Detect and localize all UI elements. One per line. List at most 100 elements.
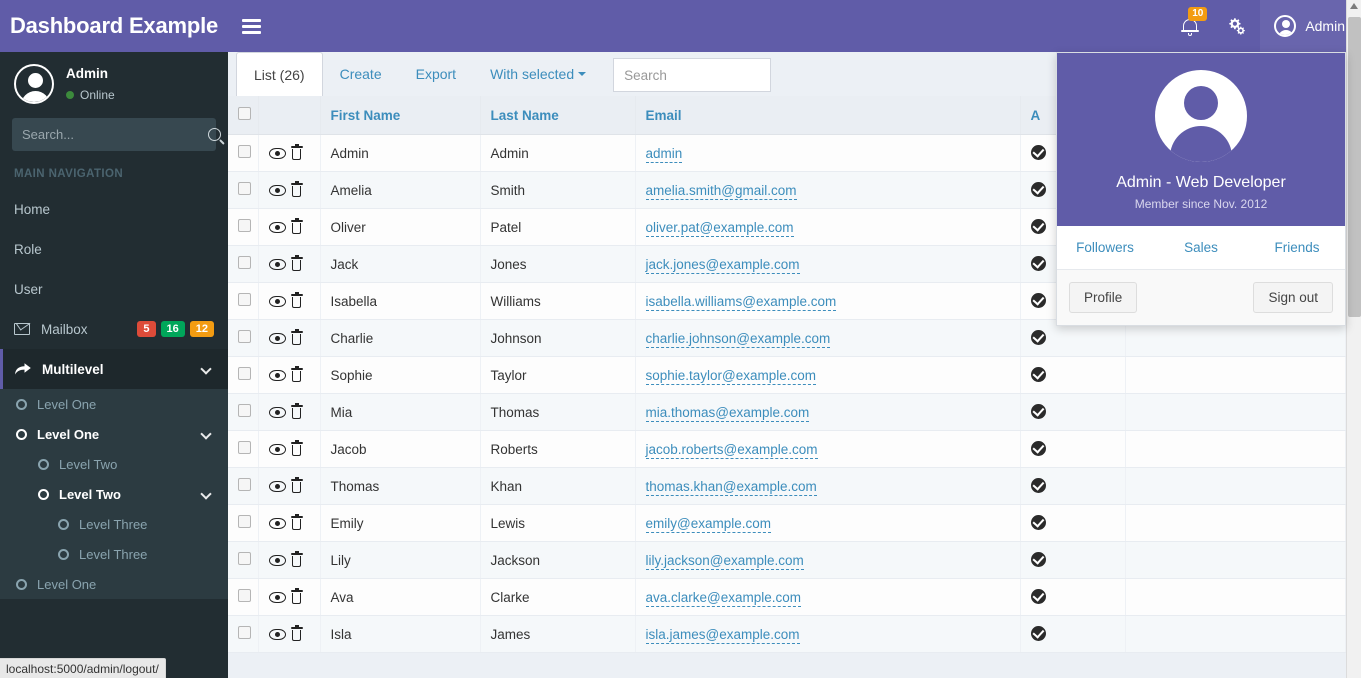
- sidebar-item-label: Level Three: [79, 517, 214, 532]
- sidebar-user-panel[interactable]: Admin Online: [0, 52, 228, 116]
- row-checkbox[interactable]: [238, 441, 251, 454]
- first-name-header[interactable]: First Name: [320, 96, 480, 135]
- email-link[interactable]: amelia.smith@gmail.com: [646, 183, 797, 200]
- page-scrollbar[interactable]: [1346, 0, 1361, 678]
- delete-icon[interactable]: [291, 294, 303, 308]
- delete-icon[interactable]: [291, 220, 303, 234]
- view-icon[interactable]: [269, 555, 286, 566]
- profile-button[interactable]: Profile: [1069, 282, 1137, 313]
- notifications-button[interactable]: 10: [1167, 0, 1213, 52]
- row-checkbox-cell: [228, 357, 258, 394]
- email-link[interactable]: admin: [646, 146, 683, 163]
- check-circle-icon: [1031, 219, 1046, 234]
- sidebar-item-mailbox[interactable]: Mailbox 5 16 12: [0, 309, 228, 349]
- sidebar-item-role[interactable]: Role: [0, 229, 228, 269]
- sidebar-search-input[interactable]: [12, 127, 208, 142]
- row-checkbox[interactable]: [238, 478, 251, 491]
- email-link[interactable]: sophie.taylor@example.com: [646, 368, 817, 385]
- delete-icon[interactable]: [291, 553, 303, 567]
- view-icon[interactable]: [269, 333, 286, 344]
- row-checkbox[interactable]: [238, 256, 251, 269]
- row-checkbox[interactable]: [238, 330, 251, 343]
- hamburger-menu-icon[interactable]: [228, 0, 274, 52]
- scrollbar-thumb[interactable]: [1348, 17, 1361, 317]
- search-input[interactable]: [614, 59, 770, 91]
- view-icon[interactable]: [269, 148, 286, 159]
- view-icon[interactable]: [269, 592, 286, 603]
- delete-icon[interactable]: [291, 331, 303, 345]
- delete-icon[interactable]: [291, 442, 303, 456]
- email-link[interactable]: ava.clarke@example.com: [646, 590, 802, 607]
- row-checkbox[interactable]: [238, 182, 251, 195]
- with-selected-dropdown[interactable]: With selected: [473, 52, 603, 96]
- delete-icon[interactable]: [291, 627, 303, 641]
- sidebar-search-button[interactable]: [208, 118, 221, 151]
- view-icon[interactable]: [269, 370, 286, 381]
- sidebar-item-multilevel[interactable]: Multilevel: [0, 349, 228, 389]
- view-icon[interactable]: [269, 481, 286, 492]
- email-link[interactable]: lily.jackson@example.com: [646, 553, 804, 570]
- search-box[interactable]: [613, 58, 771, 92]
- view-icon[interactable]: [269, 296, 286, 307]
- email-link[interactable]: isabella.williams@example.com: [646, 294, 837, 311]
- view-icon[interactable]: [269, 222, 286, 233]
- view-icon[interactable]: [269, 518, 286, 529]
- view-icon[interactable]: [269, 444, 286, 455]
- delete-icon[interactable]: [291, 590, 303, 604]
- row-checkbox[interactable]: [238, 367, 251, 380]
- delete-icon[interactable]: [291, 516, 303, 530]
- sidebar-subitem-level-three-1[interactable]: Level Three: [0, 509, 228, 539]
- chevron-down-icon: [200, 429, 211, 440]
- email-header[interactable]: Email: [635, 96, 1020, 135]
- delete-icon[interactable]: [291, 405, 303, 419]
- brand-logo[interactable]: Dashboard Example: [0, 0, 228, 52]
- email-link[interactable]: charlie.johnson@example.com: [646, 331, 831, 348]
- view-icon[interactable]: [269, 259, 286, 270]
- profile-stat-friends[interactable]: Friends: [1249, 226, 1345, 269]
- profile-stat-followers[interactable]: Followers: [1057, 226, 1153, 269]
- delete-icon[interactable]: [291, 183, 303, 197]
- row-checkbox[interactable]: [238, 219, 251, 232]
- delete-icon[interactable]: [291, 146, 303, 160]
- sidebar-subitem-level-one-1[interactable]: Level One: [0, 389, 228, 419]
- row-checkbox[interactable]: [238, 145, 251, 158]
- email-link[interactable]: thomas.khan@example.com: [646, 479, 817, 496]
- export-button[interactable]: Export: [399, 52, 473, 96]
- sidebar-subitem-level-one-3[interactable]: Level One: [0, 569, 228, 599]
- view-icon[interactable]: [269, 629, 286, 640]
- profile-stat-sales[interactable]: Sales: [1153, 226, 1249, 269]
- sidebar-subitem-level-three-2[interactable]: Level Three: [0, 539, 228, 569]
- last-name-header[interactable]: Last Name: [480, 96, 635, 135]
- sidebar-item-user[interactable]: User: [0, 269, 228, 309]
- select-all-checkbox[interactable]: [238, 107, 251, 120]
- sidebar-subitem-level-two-1[interactable]: Level Two: [0, 449, 228, 479]
- settings-button[interactable]: [1213, 0, 1260, 52]
- row-checkbox[interactable]: [238, 626, 251, 639]
- cell-email: admin: [635, 135, 1020, 172]
- row-checkbox[interactable]: [238, 515, 251, 528]
- view-icon[interactable]: [269, 407, 286, 418]
- row-checkbox[interactable]: [238, 404, 251, 417]
- row-checkbox[interactable]: [238, 552, 251, 565]
- sidebar-item-home[interactable]: Home: [0, 189, 228, 229]
- row-checkbox[interactable]: [238, 293, 251, 306]
- signout-button[interactable]: Sign out: [1253, 282, 1333, 313]
- delete-icon[interactable]: [291, 479, 303, 493]
- email-link[interactable]: jacob.roberts@example.com: [646, 442, 818, 459]
- view-icon[interactable]: [269, 185, 286, 196]
- delete-icon[interactable]: [291, 257, 303, 271]
- email-link[interactable]: mia.thomas@example.com: [646, 405, 810, 422]
- create-button[interactable]: Create: [323, 52, 399, 96]
- email-link[interactable]: oliver.pat@example.com: [646, 220, 794, 237]
- email-link[interactable]: jack.jones@example.com: [646, 257, 800, 274]
- email-link[interactable]: isla.james@example.com: [646, 627, 800, 644]
- sidebar-search[interactable]: [12, 118, 216, 151]
- delete-icon[interactable]: [291, 368, 303, 382]
- row-checkbox[interactable]: [238, 589, 251, 602]
- sidebar-subitem-level-two-2[interactable]: Level Two: [0, 479, 228, 509]
- email-link[interactable]: emily@example.com: [646, 516, 772, 533]
- row-actions-cell: [258, 209, 320, 246]
- scroll-up-arrow-icon[interactable]: [1350, 3, 1358, 9]
- tab-list[interactable]: List (26): [236, 52, 323, 96]
- sidebar-subitem-level-one-2[interactable]: Level One: [0, 419, 228, 449]
